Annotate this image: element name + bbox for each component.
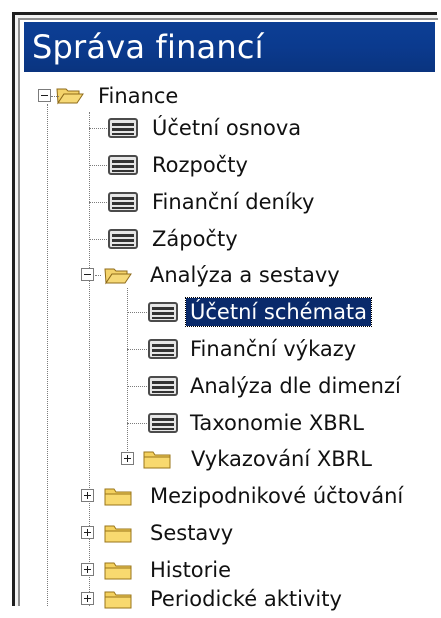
tree-line <box>127 386 147 387</box>
tree-node-label: Rozpočty <box>152 153 248 177</box>
tree-line <box>89 202 107 203</box>
tree-node-label: Finance <box>98 84 179 108</box>
tree-node-label: Analýza dle dimenzí <box>190 374 401 398</box>
tree-line <box>127 312 147 313</box>
expand-icon[interactable] <box>81 489 94 502</box>
expand-icon[interactable] <box>81 526 94 539</box>
tree-node-label: Mezipodnikové účtování <box>150 484 404 508</box>
tree-node-label: Periodické aktivity <box>150 587 342 611</box>
folder-icon <box>104 591 132 609</box>
tree-node-label: Finanční deníky <box>152 190 315 214</box>
tree-node-historie[interactable]: Historie <box>81 554 381 586</box>
collapse-icon[interactable] <box>38 89 51 102</box>
tree-view[interactable]: Finance Účetní osnova Rozpočty Finanční … <box>0 0 441 611</box>
open-folder-icon <box>104 268 132 285</box>
table-icon <box>148 302 178 322</box>
tree-line <box>89 165 107 166</box>
tree-node-ucetni-osnova[interactable]: Účetní osnova <box>108 112 378 144</box>
table-icon <box>108 155 138 175</box>
tree-node-label: Vykazování XBRL <box>191 447 372 471</box>
tree-line <box>51 96 59 97</box>
tree-node-label: Analýza a sestavy <box>150 263 340 287</box>
table-icon <box>148 376 178 396</box>
finance-navigation-panel: Správa financí Finance Účetní osnova Roz… <box>0 0 441 611</box>
tree-line <box>127 349 147 350</box>
table-icon <box>108 118 138 138</box>
tree-node-label: Finanční výkazy <box>190 337 357 361</box>
tree-node-zapocty[interactable]: Zápočty <box>108 223 378 255</box>
tree-node-sestavy[interactable]: Sestavy <box>81 517 381 549</box>
tree-node-periodicke-aktivity[interactable]: Periodické aktivity <box>81 586 401 618</box>
open-folder-icon <box>56 88 84 105</box>
tree-node-financni-vykazy[interactable]: Finanční výkazy <box>148 333 408 365</box>
tree-node-vykazovani-xbrl[interactable]: Vykazování XBRL <box>121 443 421 475</box>
collapse-icon[interactable] <box>81 268 94 281</box>
expand-icon[interactable] <box>81 592 94 605</box>
tree-line <box>89 128 107 129</box>
table-icon <box>108 192 138 212</box>
tree-node-analyza-dle-dimenzi[interactable]: Analýza dle dimenzí <box>148 370 428 402</box>
table-icon <box>148 339 178 359</box>
tree-node-label: Historie <box>150 558 232 582</box>
tree-node-finance[interactable]: Finance <box>38 80 288 112</box>
tree-node-label: Taxonomie XBRL <box>190 411 364 435</box>
folder-icon <box>104 562 132 580</box>
tree-node-mezipodnikove-uctovani[interactable]: Mezipodnikové účtování <box>81 480 431 512</box>
expand-icon[interactable] <box>121 452 134 465</box>
folder-icon <box>143 451 171 469</box>
tree-node-label: Sestavy <box>150 521 234 545</box>
tree-node-ucetni-schemata[interactable]: Účetní schémata <box>148 296 408 328</box>
tree-line <box>127 288 128 455</box>
tree-line <box>89 239 107 240</box>
table-icon <box>108 229 138 249</box>
tree-node-label: Zápočty <box>152 227 238 251</box>
tree-node-taxonomie-xbrl[interactable]: Taxonomie XBRL <box>148 407 408 439</box>
tree-line <box>95 275 101 276</box>
table-icon <box>148 413 178 433</box>
folder-icon <box>104 525 132 543</box>
expand-icon[interactable] <box>81 563 94 576</box>
tree-line <box>127 423 147 424</box>
tree-node-analyza-a-sestavy[interactable]: Analýza a sestavy <box>81 259 411 291</box>
tree-node-label: Účetní osnova <box>152 116 302 140</box>
tree-node-financni-deniky[interactable]: Finanční deníky <box>108 186 378 218</box>
tree-line <box>47 104 48 606</box>
tree-node-label-selected: Účetní schémata <box>184 297 373 327</box>
tree-node-rozpocty[interactable]: Rozpočty <box>108 149 378 181</box>
folder-icon <box>104 488 132 506</box>
